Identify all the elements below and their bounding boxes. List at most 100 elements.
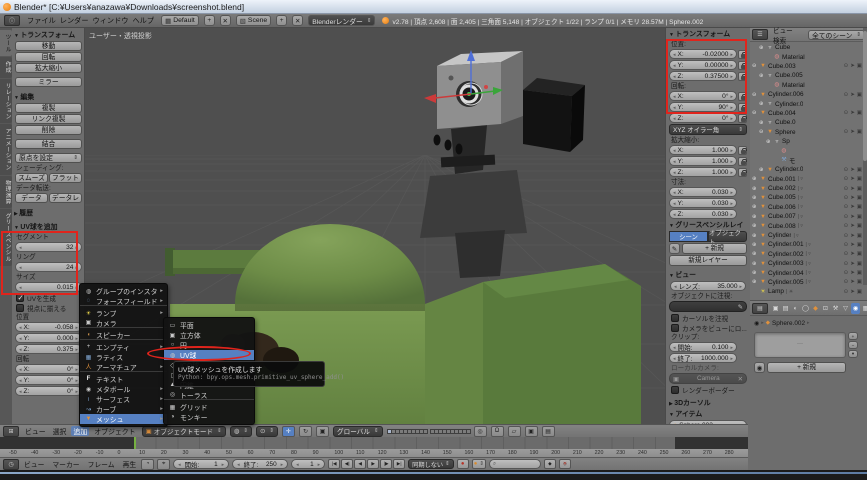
operator-checkbox[interactable]: UVを生成 <box>14 293 83 303</box>
proportional-edit-button[interactable]: ◎ <box>474 426 487 437</box>
visibility-toggle-icon[interactable] <box>844 186 849 192</box>
outliner-row[interactable]: ⊕ ▼ Cube.008 | ▿ <box>750 221 867 230</box>
renderability-toggle-icon[interactable] <box>857 129 862 135</box>
mesh-menu-item[interactable]: ◑ モンキー <box>164 412 254 422</box>
expander-icon[interactable]: ⊕ <box>752 176 759 182</box>
increment-icon[interactable] <box>728 158 733 165</box>
expander-icon[interactable]: ⊕ <box>766 139 773 145</box>
outliner-row[interactable]: ◍ Material <box>750 81 867 90</box>
delete-layout-button[interactable]: ✕ <box>220 15 231 26</box>
renderability-toggle-icon[interactable] <box>857 261 862 267</box>
shading-button[interactable]: スムーズ <box>15 173 48 183</box>
transform-tool-button[interactable]: 移動 <box>15 41 82 51</box>
render-border-checkbox[interactable]: レンダーボーダー <box>669 385 747 395</box>
increment-icon[interactable] <box>728 189 733 196</box>
sync-mode-dropdown[interactable]: 同期しない <box>408 459 454 469</box>
screen-layout-select[interactable]: ▦Default <box>161 15 199 26</box>
dimensions-number-field[interactable]: X:0.030 <box>669 187 737 197</box>
grease-source-tab[interactable]: シーン <box>669 231 708 242</box>
mirror-button[interactable]: ミラー <box>15 77 82 87</box>
outliner-row[interactable]: ◍ <box>750 146 867 155</box>
item-panel-header[interactable]: アイテム <box>669 409 747 420</box>
selectability-toggle-icon[interactable] <box>850 186 855 192</box>
selectability-toggle-icon[interactable] <box>850 251 855 257</box>
editor-type-icon[interactable]: ⓘ <box>4 15 20 26</box>
selectability-toggle-icon[interactable] <box>850 176 855 182</box>
increment-icon[interactable] <box>728 211 733 218</box>
selectability-toggle-icon[interactable] <box>850 195 855 201</box>
expander-icon[interactable]: ⊖ <box>752 92 759 98</box>
view-option-checkbox[interactable]: カーソルを注視 <box>669 313 747 323</box>
current-frame-field[interactable]: 1 <box>291 459 325 469</box>
increment-icon[interactable] <box>316 461 321 468</box>
increment-icon[interactable] <box>728 169 733 176</box>
scene-tab-icon[interactable]: ◐ <box>791 303 800 314</box>
add-menu-item[interactable]: ▼ メッシュ ▸ <box>80 414 167 424</box>
keying-set-dropdown[interactable] <box>472 459 486 469</box>
rotation-number-field[interactable]: X:0° <box>15 364 82 374</box>
renderability-toggle-icon[interactable] <box>857 195 862 201</box>
rotation-number-field[interactable]: Y:0° <box>15 375 82 385</box>
visibility-toggle-icon[interactable] <box>844 176 849 182</box>
add-menu-item[interactable]: ↝ カーブ ▸ <box>80 404 167 414</box>
tool-shelf-tab[interactable]: グリースペンシル <box>0 209 12 266</box>
increment-icon[interactable] <box>728 73 733 80</box>
selectability-toggle-icon[interactable] <box>850 110 855 116</box>
outliner-row[interactable]: ☀ Lamp | ☀ <box>750 287 867 296</box>
outliner-scrollbar[interactable] <box>863 28 867 285</box>
render-engine-select[interactable]: Blenderレンダー <box>308 15 375 26</box>
constraints-tab-icon[interactable]: ⊡ <box>821 303 830 314</box>
title-bar[interactable]: Blender* [C:¥Users¥anazawa¥Downloads¥scr… <box>0 0 867 14</box>
outliner-row[interactable]: ⚒ モ <box>750 156 867 165</box>
view-option-checkbox[interactable]: カメラをビューにロ... <box>669 323 747 333</box>
outliner-row[interactable]: ⊕ ▼ Cube.002 | ▿ <box>750 184 867 193</box>
decrement-icon[interactable] <box>296 461 301 468</box>
snap-element-button[interactable]: ▱ <box>508 426 521 437</box>
tool-shelf-tab[interactable]: リレーション <box>0 79 12 124</box>
timeline-menu-item[interactable]: ビュー <box>22 459 46 469</box>
selectability-toggle-icon[interactable] <box>850 129 855 135</box>
mesh-menu-item[interactable]: ◍ UV球 <box>164 350 254 360</box>
outliner-row[interactable]: ⊕ ▿ Cylinder.0 <box>750 99 867 108</box>
lock-icon[interactable] <box>738 168 747 177</box>
increment-icon[interactable] <box>73 366 78 373</box>
object-data-tab-icon[interactable]: ▽ <box>841 303 850 314</box>
selectability-toggle-icon[interactable] <box>850 233 855 239</box>
render-layers-tab-icon[interactable]: ▤ <box>781 303 790 314</box>
layers-widget[interactable] <box>387 429 470 434</box>
delete-scene-button[interactable]: ✕ <box>292 15 303 26</box>
data-transfer-button[interactable]: データレ <box>49 193 82 203</box>
outliner-row[interactable]: ⊖ ▼ Sphere <box>750 128 867 137</box>
mesh-menu-item[interactable]: ▭ 平面 <box>164 320 254 330</box>
increment-icon[interactable] <box>220 461 225 468</box>
scene-select[interactable]: ▧Scene <box>236 15 271 26</box>
increment-icon[interactable] <box>73 244 78 251</box>
display-filter-dropdown[interactable]: 全てのシーン <box>808 30 865 40</box>
view-panel-header[interactable]: ビュー <box>669 270 747 281</box>
increment-icon[interactable] <box>73 284 78 291</box>
expander-icon[interactable]: ⊖ <box>752 110 759 116</box>
timeline-menu-item[interactable]: フレーム <box>86 459 117 469</box>
visibility-toggle-icon[interactable] <box>844 261 849 267</box>
auto-keyframe-button[interactable] <box>457 459 469 469</box>
render-opengl-button[interactable]: ▣ <box>525 426 538 437</box>
increment-icon[interactable] <box>73 377 78 384</box>
lock-icon[interactable] <box>738 157 747 166</box>
join-button[interactable]: 結合 <box>15 139 82 149</box>
material-tab-icon[interactable]: ◉ <box>851 303 860 314</box>
render-opengl-anim-button[interactable]: ▤ <box>542 426 555 437</box>
visibility-toggle-icon[interactable] <box>844 63 849 69</box>
viewport-menu-item[interactable]: 追加 <box>71 426 89 436</box>
data-transfer-button[interactable]: データ <box>15 193 48 203</box>
operator-number-field[interactable]: 0.015 <box>15 282 82 292</box>
eyedropper-icon[interactable]: ✎ <box>738 303 743 311</box>
dimensions-number-field[interactable]: Z:0.030 <box>669 209 737 219</box>
slot-remove-button[interactable]: − <box>848 341 858 349</box>
viewport-menu-item[interactable]: ビュー <box>23 426 48 436</box>
visibility-toggle-icon[interactable] <box>844 195 849 201</box>
play-button[interactable]: ▶ <box>367 459 379 469</box>
shading-button[interactable]: フラット <box>49 173 82 183</box>
render-tab-icon[interactable]: ▣ <box>771 303 780 314</box>
expander-icon[interactable]: ⊕ <box>752 261 759 267</box>
lock-icon[interactable] <box>738 146 747 155</box>
